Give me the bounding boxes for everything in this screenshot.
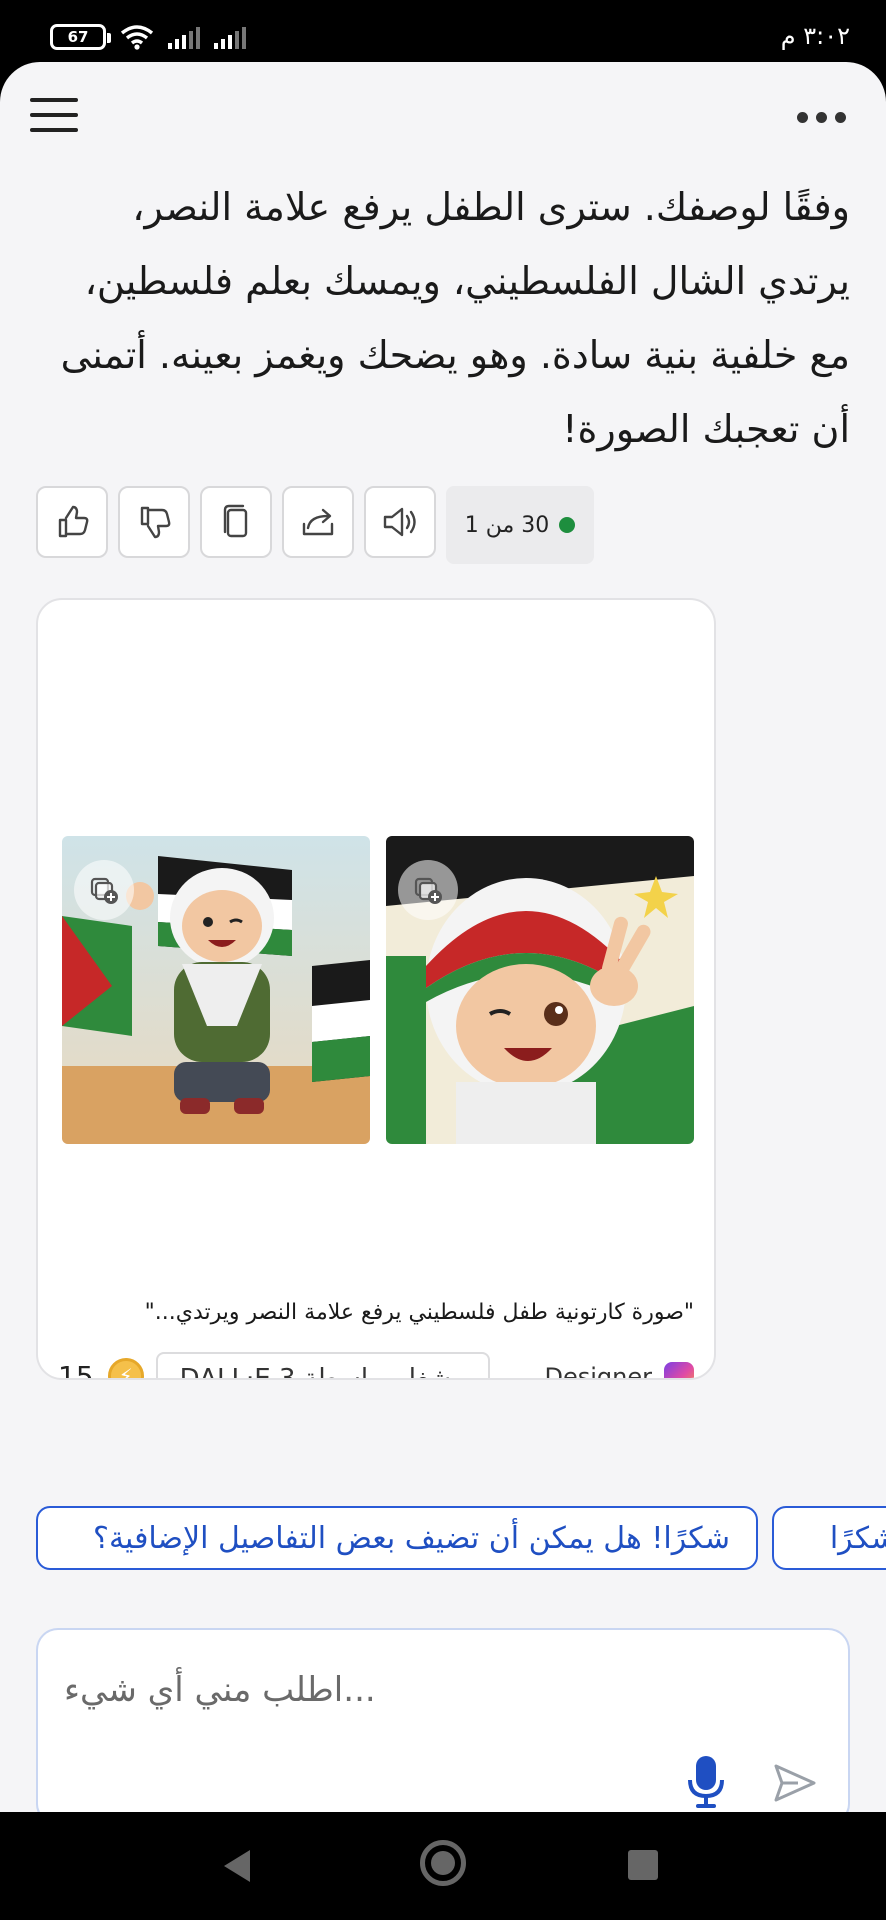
thumbs-down-icon (140, 506, 171, 539)
battery-level: 67 (67, 28, 89, 46)
response-counter: 30 من 1 (446, 486, 594, 564)
read-aloud-button[interactable] (364, 486, 436, 558)
speaker-icon (383, 507, 416, 537)
powered-by-badge[interactable]: مشغل بواسطة DALL·E 3 (156, 1352, 490, 1380)
add-collection-icon (90, 877, 118, 904)
system-navigation-bar (0, 1812, 886, 1920)
add-to-collection-button[interactable] (74, 860, 134, 920)
status-icons: 67 (50, 24, 246, 50)
thumbs-up-button[interactable] (36, 486, 108, 558)
add-to-collection-button[interactable] (398, 860, 458, 920)
microphone-icon[interactable] (686, 1754, 726, 1810)
suggestion-chip-2[interactable]: ا، شكرًا (772, 1506, 886, 1570)
wifi-icon (120, 25, 154, 50)
powered-by-label: مشغل بواسطة DALL·E 3 (179, 1364, 467, 1380)
share-icon (302, 508, 334, 536)
battery-icon: 67 (50, 24, 111, 50)
copy-icon (223, 504, 248, 538)
add-collection-icon (414, 877, 442, 904)
boost-coin-icon: ⚡ (107, 1358, 144, 1378)
generated-image-1[interactable] (62, 836, 370, 1144)
thumbs-down-button[interactable] (118, 486, 190, 558)
recent-apps-icon[interactable] (628, 1850, 658, 1880)
share-button[interactable] (282, 486, 354, 558)
image-result-card: "صورة كارتونية طفل فلسطيني يرفع علامة ال… (36, 598, 716, 1380)
designer-logo-icon (664, 1362, 694, 1378)
thumbs-up-icon (58, 505, 89, 538)
status-time: ٣:٠٢ م (780, 22, 850, 50)
status-bar: 67 ٣:٠٢ م (0, 0, 886, 62)
chat-screen: وفقًا لوصفك. سترى الطفل يرفع علامة النصر… (0, 62, 886, 1812)
back-icon[interactable] (224, 1850, 250, 1882)
card-footer: 15 ⚡ مشغل بواسطة DALL·E 3 Designer (58, 1352, 694, 1380)
generated-image-2[interactable] (386, 836, 694, 1144)
image-prompt-caption: "صورة كارتونية طفل فلسطيني يرفع علامة ال… (144, 1300, 694, 1325)
assistant-message: وفقًا لوصفك. سترى الطفل يرفع علامة النصر… (60, 185, 850, 451)
signal-icon-1 (168, 25, 200, 49)
more-options-icon[interactable] (797, 112, 846, 123)
composer-placeholder[interactable]: ...اطلب مني أي شيء (64, 1670, 418, 1710)
counter-text: 30 من 1 (464, 512, 550, 538)
designer-label: Designer (544, 1363, 653, 1380)
hamburger-menu-icon[interactable] (30, 98, 78, 138)
home-icon[interactable] (420, 1840, 466, 1886)
designer-link[interactable]: Designer (544, 1362, 694, 1380)
message-composer[interactable]: ...اطلب مني أي شيء (36, 1628, 850, 1812)
send-icon[interactable] (772, 1760, 818, 1806)
boost-count: 15 ⚡ (58, 1358, 144, 1380)
copy-button[interactable] (200, 486, 272, 558)
message-actions: 30 من 1 (36, 486, 594, 564)
suggestion-chip-1[interactable]: شكرًا! هل يمكن أن تضيف بعض التفاصيل الإض… (36, 1506, 758, 1570)
boost-value: 15 (58, 1359, 94, 1380)
status-dot (559, 517, 576, 533)
signal-icon-2 (214, 25, 246, 49)
